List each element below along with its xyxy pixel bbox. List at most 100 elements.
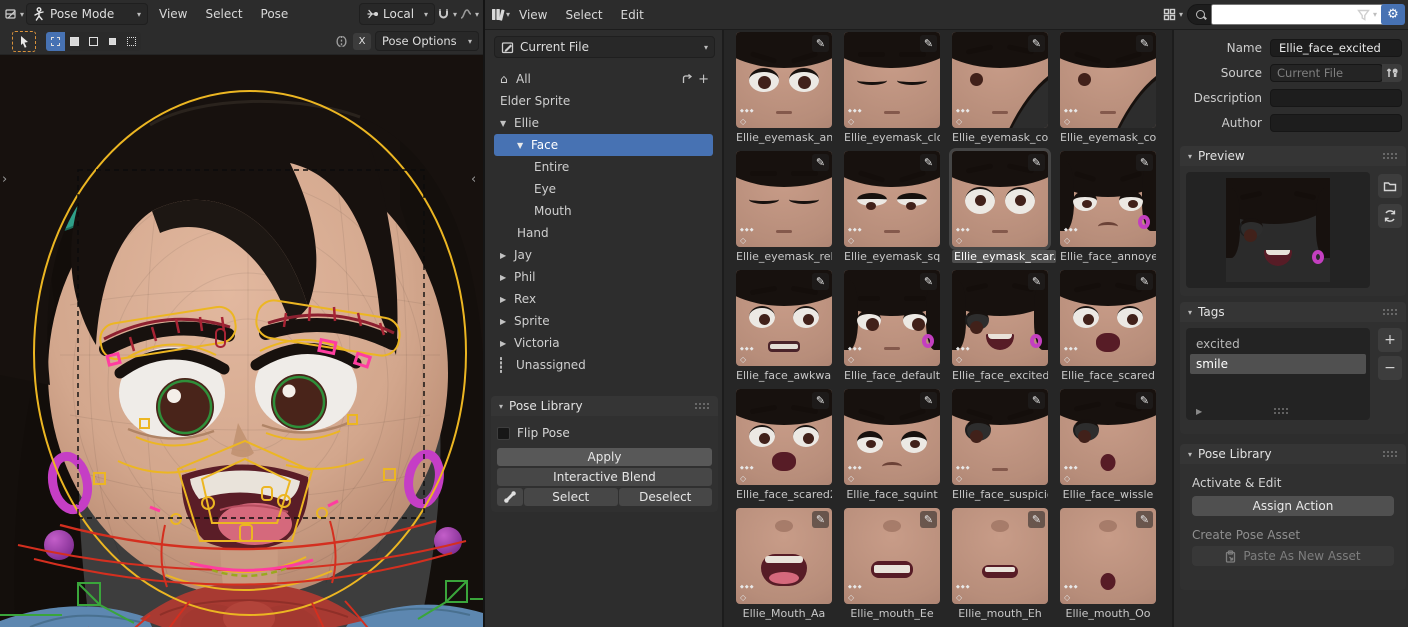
menu-select[interactable]: Select bbox=[557, 2, 612, 28]
asset-thumbnail[interactable]: ✎ ◆◆◆ ◇ bbox=[844, 508, 940, 604]
sidebar-toggle-button[interactable]: ⚙ bbox=[1381, 4, 1405, 25]
asset-card-ellie-mouth-eh[interactable]: ✎ ◆◆◆ ◇ Ellie_mouth_Eh bbox=[952, 508, 1048, 627]
disclosure-closed-icon[interactable]: ▶ bbox=[500, 339, 514, 348]
asset-thumbnail[interactable]: ✎ ◆◆◆ ◇ bbox=[844, 151, 940, 247]
pose-options-dropdown[interactable]: Pose Options ▾ bbox=[375, 31, 479, 51]
catalog-item-all[interactable]: ⌂All+ bbox=[494, 68, 713, 90]
mirror-x-toggle[interactable]: X bbox=[353, 33, 371, 50]
select-mode-intersect[interactable] bbox=[122, 32, 141, 51]
asset-card-ellie-eyemask-co-[interactable]: ✎ ◆◆◆ ◇ Ellie_eyemask_co... bbox=[952, 32, 1048, 151]
disclosure-closed-icon[interactable]: ▶ bbox=[500, 317, 514, 326]
select-mode-invert[interactable] bbox=[103, 32, 122, 51]
catalog-item-ellie[interactable]: ▼Ellie bbox=[494, 112, 713, 134]
proportional-editing-button[interactable]: ▾ bbox=[459, 4, 479, 24]
asset-card-ellie-mouth-oo[interactable]: ✎ ◆◆◆ ◇ Ellie_mouth_Oo bbox=[1060, 508, 1156, 627]
panel-collapse-icon[interactable]: ▾ bbox=[1188, 308, 1192, 317]
catalog-item-hand[interactable]: Hand bbox=[494, 222, 713, 244]
mode-selector[interactable]: Pose Mode ▾ bbox=[26, 3, 148, 25]
asset-card-ellie-face-annoyed[interactable]: ✎ ◆◆◆ ◇ Ellie_face_annoyed bbox=[1060, 151, 1156, 270]
refresh-preview-button[interactable] bbox=[1378, 204, 1402, 228]
viewport-canvas[interactable]: › ‹ bbox=[0, 55, 483, 627]
panel-grip-icon[interactable] bbox=[695, 403, 710, 410]
pose-library-panel-header[interactable]: ▾ Pose Library bbox=[1180, 444, 1406, 464]
catalog-item-elder-sprite[interactable]: Elder Sprite bbox=[494, 90, 713, 112]
catalog-item-entire[interactable]: Entire bbox=[494, 156, 713, 178]
deselect-button[interactable]: Deselect bbox=[619, 488, 713, 506]
catalog-item-jay[interactable]: ▶Jay bbox=[494, 244, 713, 266]
editor-type-button[interactable]: ▾ bbox=[4, 4, 24, 24]
asset-thumbnail[interactable]: ✎ ◆◆◆ ◇ bbox=[736, 270, 832, 366]
pose-library-panel-header[interactable]: ▾ Pose Library bbox=[491, 396, 718, 416]
panel-collapse-icon[interactable]: ▾ bbox=[499, 402, 503, 411]
asset-card-ellie-face-squint[interactable]: ✎ ◆◆◆ ◇ Ellie_face_squint bbox=[844, 389, 940, 508]
asset-card-ellie-eyemask-an-[interactable]: ✎ ◆◆◆ ◇ Ellie_eyemask_an... bbox=[736, 32, 832, 151]
disclosure-open-icon[interactable]: ▼ bbox=[517, 141, 531, 150]
asset-thumbnail[interactable]: ✎ ◆◆◆ ◇ bbox=[1060, 508, 1156, 604]
asset-thumbnail[interactable]: ✎ ◆◆◆ ◇ bbox=[1060, 389, 1156, 485]
asset-thumbnail[interactable]: ✎ ◆◆◆ ◇ bbox=[844, 389, 940, 485]
panel-collapse-icon[interactable]: ▾ bbox=[1188, 450, 1192, 459]
menu-pose[interactable]: Pose bbox=[252, 1, 298, 27]
interactive-blend-button[interactable]: Interactive Blend bbox=[497, 468, 712, 486]
panel-grip-icon[interactable] bbox=[1383, 153, 1398, 160]
remove-tag-button[interactable]: − bbox=[1378, 356, 1402, 380]
asset-card-ellie-face-scared2[interactable]: ✎ ◆◆◆ ◇ Ellie_face_scared2 bbox=[736, 389, 832, 508]
catalog-item-victoria[interactable]: ▶Victoria bbox=[494, 332, 713, 354]
add-catalog-button[interactable]: + bbox=[698, 72, 709, 87]
catalog-item-eye[interactable]: Eye bbox=[494, 178, 713, 200]
tag-item-excited[interactable]: excited bbox=[1190, 334, 1366, 354]
catalog-item-rex[interactable]: ▶Rex bbox=[494, 288, 713, 310]
flip-pose-checkbox[interactable] bbox=[497, 427, 510, 440]
display-mode-button[interactable]: ▾ bbox=[1163, 5, 1183, 25]
asset-card-ellie-face-scared[interactable]: ✎ ◆◆◆ ◇ Ellie_face_scared bbox=[1060, 270, 1156, 389]
disclosure-open-icon[interactable]: ▼ bbox=[500, 119, 514, 128]
search-box[interactable] bbox=[1187, 4, 1353, 25]
asset-thumbnail[interactable]: ✎ ◆◆◆ ◇ bbox=[844, 270, 940, 366]
select-mode-subtract[interactable] bbox=[84, 32, 103, 51]
asset-card-ellie-face-suspicio-[interactable]: ✎ ◆◆◆ ◇ Ellie_face_suspicio... bbox=[952, 389, 1048, 508]
asset-thumbnail[interactable]: ✎ ◆◆◆ ◇ bbox=[736, 389, 832, 485]
disclosure-closed-icon[interactable]: ▶ bbox=[500, 251, 514, 260]
panel-collapse-icon[interactable]: ▾ bbox=[1188, 152, 1192, 161]
asset-card-ellie-eymask-scar-[interactable]: ✎ ◆◆◆ ◇ Ellie_eymask_scar... bbox=[952, 151, 1048, 270]
tag-item-smile[interactable]: smile bbox=[1190, 354, 1366, 374]
catalog-item-mouth[interactable]: Mouth bbox=[494, 200, 713, 222]
catalog-item-phil[interactable]: ▶Phil bbox=[494, 266, 713, 288]
select-mode-extend[interactable] bbox=[65, 32, 84, 51]
asset-thumbnail[interactable]: ✎ ◆◆◆ ◇ bbox=[952, 32, 1048, 128]
menu-select[interactable]: Select bbox=[197, 1, 252, 27]
asset-card-ellie-face-excited[interactable]: ✎ ◆◆◆ ◇ Ellie_face_excited bbox=[952, 270, 1048, 389]
asset-library-selector[interactable]: Current File ▾ bbox=[494, 36, 715, 58]
apply-button[interactable]: Apply bbox=[497, 448, 712, 466]
disclosure-closed-icon[interactable]: ▶ bbox=[500, 273, 514, 282]
panel-grip-icon[interactable] bbox=[1383, 451, 1398, 458]
panel-grip-icon[interactable] bbox=[1383, 309, 1398, 316]
description-field[interactable] bbox=[1270, 89, 1402, 107]
asset-card-ellie-face-default[interactable]: ✎ ◆◆◆ ◇ Ellie_face_default bbox=[844, 270, 940, 389]
select-button[interactable]: Select bbox=[524, 488, 618, 506]
catalog-item-sprite[interactable]: ▶Sprite bbox=[494, 310, 713, 332]
catalog-item-face[interactable]: ▼Face bbox=[494, 134, 713, 156]
author-field[interactable] bbox=[1270, 114, 1402, 132]
editor-type-button[interactable]: ▾ bbox=[490, 5, 510, 25]
tags-grip-icon[interactable] bbox=[1274, 408, 1289, 415]
asset-thumbnail[interactable]: ✎ ◆◆◆ ◇ bbox=[736, 32, 832, 128]
tags-panel-header[interactable]: ▾ Tags bbox=[1180, 302, 1406, 322]
asset-card-ellie-face-awkward[interactable]: ✎ ◆◆◆ ◇ Ellie_face_awkward bbox=[736, 270, 832, 389]
asset-thumbnail[interactable]: ✎ ◆◆◆ ◇ bbox=[736, 151, 832, 247]
preview-panel-header[interactable]: ▾ Preview bbox=[1180, 146, 1406, 166]
author-input[interactable] bbox=[1277, 115, 1395, 131]
asset-card-ellie-eyemask-co-[interactable]: ✎ ◆◆◆ ◇ Ellie_eyemask_co... bbox=[1060, 32, 1156, 151]
asset-card-ellie-eyemask-sq-[interactable]: ✎ ◆◆◆ ◇ Ellie_eyemask_sq... bbox=[844, 151, 940, 270]
asset-card-ellie-mouth-ee[interactable]: ✎ ◆◆◆ ◇ Ellie_mouth_Ee bbox=[844, 508, 940, 627]
source-tools-button[interactable] bbox=[1382, 64, 1402, 82]
description-input[interactable] bbox=[1277, 90, 1395, 106]
paste-as-new-asset-button[interactable]: Paste As New Asset bbox=[1192, 546, 1394, 566]
catalog-item-unassigned[interactable]: Unassigned bbox=[494, 354, 713, 376]
asset-thumbnail[interactable]: ✎ ◆◆◆ ◇ bbox=[952, 389, 1048, 485]
menu-view[interactable]: View bbox=[150, 1, 196, 27]
menu-edit[interactable]: Edit bbox=[612, 2, 653, 28]
asset-card-ellie-face-wissle[interactable]: ✎ ◆◆◆ ◇ Ellie_face_wissle bbox=[1060, 389, 1156, 508]
asset-thumbnail[interactable]: ✎ ◆◆◆ ◇ bbox=[952, 151, 1048, 247]
disclosure-closed-icon[interactable]: ▶ bbox=[500, 295, 514, 304]
